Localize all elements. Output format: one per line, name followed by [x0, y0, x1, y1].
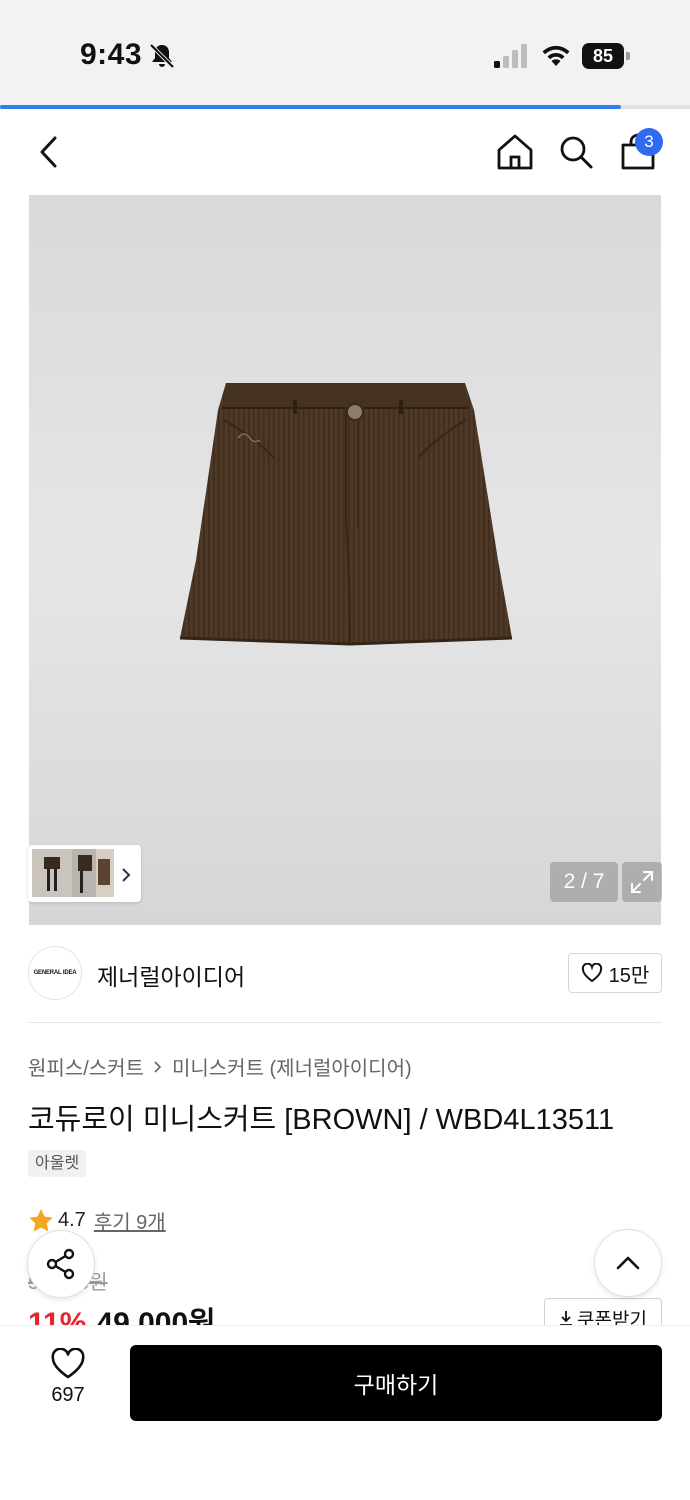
wifi-icon — [542, 45, 570, 66]
expand-image-button[interactable] — [622, 862, 662, 902]
breadcrumb: 원피스/스커트 미니스커트 (제너럴아이디어) — [28, 1052, 412, 1081]
thumbnail-1[interactable] — [32, 849, 74, 897]
section-divider — [28, 1022, 662, 1023]
outlet-tag: 아울렛 — [28, 1150, 87, 1177]
product-title: 코듀로이 미니스커트 [BROWN] / WBD4L13511 — [28, 1104, 615, 1136]
corduroy-skirt-image — [179, 383, 513, 646]
cart-count-badge: 3 — [635, 128, 663, 156]
thumbnail-3[interactable] — [96, 849, 114, 897]
chevron-up-icon — [616, 1256, 640, 1270]
back-button[interactable] — [24, 127, 74, 177]
gallery-margin-right — [661, 195, 690, 925]
brand-logo[interactable]: GENERAL IDEA — [28, 946, 82, 1000]
battery-tip — [626, 52, 630, 60]
home-button[interactable] — [490, 127, 540, 177]
rating-value: 4.7 — [58, 1209, 86, 1231]
wishlist-count: 697 — [51, 1384, 85, 1406]
status-time: 9:43 — [80, 38, 143, 71]
expand-icon — [631, 871, 653, 893]
gallery-margin-left — [0, 195, 29, 925]
chevron-right-icon — [154, 1060, 162, 1073]
status-bar: 9:43 85 — [0, 0, 690, 109]
brand-name[interactable]: 제너럴아이디어 — [97, 958, 245, 992]
buy-button[interactable]: 구매하기 — [130, 1345, 662, 1421]
review-link[interactable]: 후기 9개 — [94, 1206, 166, 1235]
breadcrumb-subcategory[interactable]: 미니스커트 (제너럴아이디어) — [172, 1052, 412, 1081]
heart-icon — [581, 963, 602, 983]
top-nav — [0, 109, 690, 195]
star-icon — [29, 1209, 53, 1232]
share-button[interactable] — [27, 1230, 95, 1298]
image-counter: 2 / 7 — [550, 862, 618, 902]
wishlist-button[interactable]: 697 — [34, 1348, 102, 1418]
battery-level: 85 — [582, 43, 624, 69]
heart-icon — [51, 1348, 85, 1379]
search-button[interactable] — [551, 127, 601, 177]
breadcrumb-category[interactable]: 원피스/스커트 — [28, 1052, 144, 1081]
download-icon — [560, 1311, 573, 1326]
scroll-top-button[interactable] — [594, 1229, 662, 1297]
back-icon — [40, 136, 57, 168]
share-icon — [46, 1248, 75, 1280]
search-icon — [560, 136, 593, 169]
rating-row: 4.7 후기 9개 — [28, 1206, 166, 1235]
bell-slash-icon — [149, 43, 175, 69]
signal-icon — [494, 44, 527, 68]
brand-like-button[interactable]: 15만 — [568, 953, 662, 993]
brand-like-count: 15만 — [608, 964, 650, 987]
thumbnail-next-icon[interactable] — [118, 866, 134, 884]
battery-icon: 85 — [582, 43, 630, 69]
home-icon — [497, 134, 533, 170]
